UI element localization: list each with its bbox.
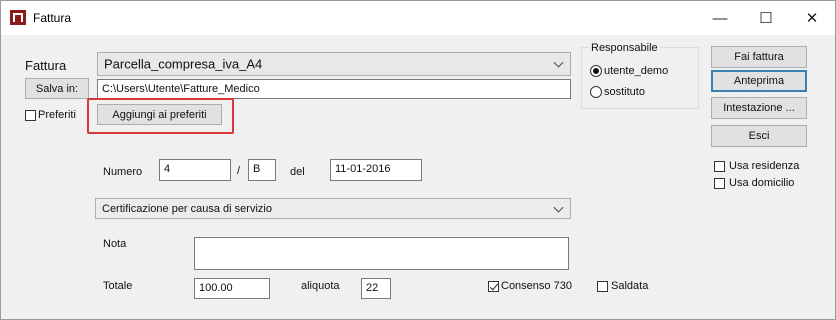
aggiungi-preferiti-button[interactable]: Aggiungi ai preferiti bbox=[97, 104, 222, 125]
nota-field[interactable] bbox=[194, 237, 569, 270]
numero-label: Numero bbox=[103, 166, 143, 178]
serie-field[interactable]: B bbox=[248, 159, 276, 181]
aliquota-label: aliquota bbox=[301, 280, 340, 292]
saldata-checkbox[interactable] bbox=[597, 281, 608, 292]
save-path-field[interactable]: C:\Users\Utente\Fatture_Medico bbox=[97, 79, 571, 99]
numero-field[interactable]: 4 bbox=[159, 159, 231, 181]
date-field[interactable]: 11-01-2016 bbox=[330, 159, 422, 181]
fai-fattura-button[interactable]: Fai fattura bbox=[711, 46, 807, 68]
saldata-label: Saldata bbox=[611, 280, 649, 292]
app-castle-icon bbox=[10, 10, 26, 25]
esci-button[interactable]: Esci bbox=[711, 125, 807, 147]
chevron-down-icon bbox=[553, 57, 564, 68]
radio-utente-demo-label: utente_demo bbox=[604, 65, 669, 77]
responsabile-group bbox=[581, 47, 699, 109]
nota-label: Nota bbox=[103, 238, 127, 250]
form-area: Fattura Parcella_compresa_iva_A4 Salva i… bbox=[1, 35, 835, 319]
usa-domicilio-label: Usa domicilio bbox=[729, 177, 795, 189]
consenso-730-label: Consenso 730 bbox=[501, 280, 572, 292]
causale-select[interactable]: Certificazione per causa di servizio bbox=[95, 198, 571, 219]
radio-sostituto-label: sostituto bbox=[604, 86, 645, 98]
intestazione-button[interactable]: Intestazione ... bbox=[711, 97, 807, 119]
usa-residenza-label: Usa residenza bbox=[729, 160, 800, 172]
responsabile-label: Responsabile bbox=[589, 42, 660, 54]
preferiti-checkbox[interactable] bbox=[25, 110, 36, 121]
minimize-button[interactable]: — bbox=[697, 1, 743, 35]
radio-utente-demo[interactable] bbox=[590, 65, 602, 77]
del-label: del bbox=[290, 166, 305, 178]
template-select[interactable]: Parcella_compresa_iva_A4 bbox=[97, 52, 571, 76]
anteprima-button[interactable]: Anteprima bbox=[711, 70, 807, 92]
totale-field[interactable]: 100.00 bbox=[194, 278, 270, 299]
fattura-window: Fattura — ☐ ✕ Fattura Parcella_compresa_… bbox=[0, 0, 836, 320]
salva-in-button[interactable]: Salva in: bbox=[25, 78, 89, 99]
maximize-button[interactable]: ☐ bbox=[743, 1, 789, 35]
totale-label: Totale bbox=[103, 280, 133, 292]
fattura-label: Fattura bbox=[25, 58, 67, 73]
title-bar: Fattura — ☐ ✕ bbox=[1, 1, 835, 35]
slash-separator: / bbox=[237, 165, 241, 177]
causale-select-value: Certificazione per causa di servizio bbox=[102, 202, 272, 215]
close-button[interactable]: ✕ bbox=[789, 1, 835, 35]
aliquota-field[interactable]: 22 bbox=[361, 278, 391, 299]
radio-sostituto[interactable] bbox=[590, 86, 602, 98]
chevron-down-icon bbox=[553, 202, 564, 213]
usa-domicilio-checkbox[interactable] bbox=[714, 178, 725, 189]
window-title: Fattura bbox=[33, 11, 72, 25]
usa-residenza-checkbox[interactable] bbox=[714, 161, 725, 172]
preferiti-label: Preferiti bbox=[38, 109, 76, 121]
template-select-value: Parcella_compresa_iva_A4 bbox=[104, 56, 263, 72]
consenso-730-checkbox[interactable] bbox=[488, 281, 499, 292]
